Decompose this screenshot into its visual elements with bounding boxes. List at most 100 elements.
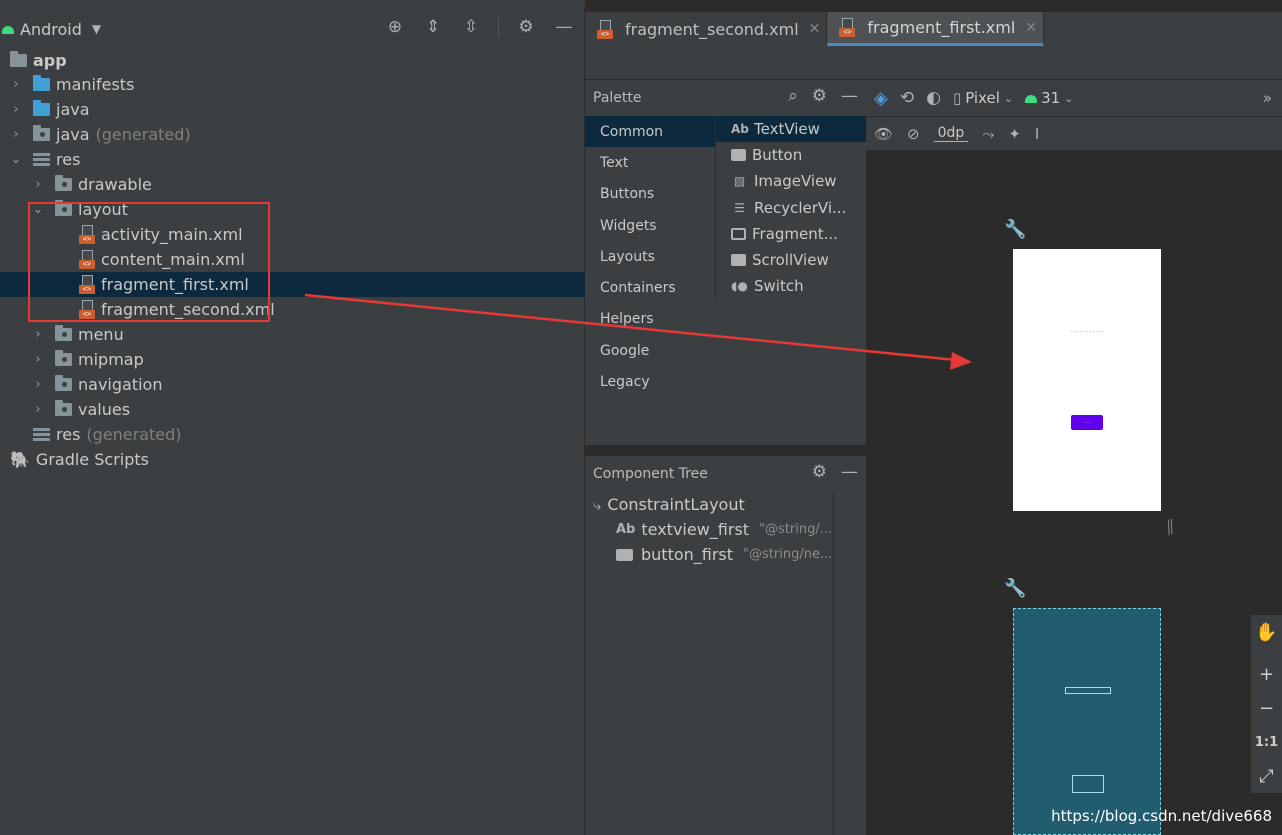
- tab-fragment-second[interactable]: <> fragment_second.xml ✕: [585, 12, 828, 46]
- palette-category-widgets[interactable]: Widgets: [585, 210, 715, 241]
- palette-category-helpers[interactable]: Helpers: [585, 304, 715, 335]
- theme-icon[interactable]: ◐: [926, 88, 941, 108]
- palette-category-containers[interactable]: Containers: [585, 272, 715, 303]
- palette-item-switch[interactable]: ◖● Switch: [716, 273, 866, 299]
- palette-category-text[interactable]: Text: [585, 147, 715, 178]
- palette-item-label: ImageView: [754, 172, 837, 191]
- collapse-all-icon[interactable]: ⇳: [460, 16, 482, 38]
- palette-item-fragment[interactable]: Fragment...: [716, 221, 866, 247]
- wrench-icon[interactable]: 🔧: [1004, 578, 1026, 599]
- palette-item-recyclerview[interactable]: ☰ RecyclerVi...: [716, 195, 866, 221]
- chevron-right-icon[interactable]: ›: [9, 127, 23, 142]
- tab-label: fragment_second.xml: [625, 19, 799, 39]
- component-button-first[interactable]: button_first "@string/ne...: [585, 542, 866, 567]
- zoom-out-icon[interactable]: −: [1251, 691, 1282, 725]
- layout-toolbar: 👁 ⊘ 0dp ⤳ ✦ Ⅰ: [866, 116, 1282, 150]
- tree-item-res[interactable]: ⌄ res: [0, 147, 585, 172]
- chevron-right-icon[interactable]: ›: [9, 102, 23, 117]
- component-label: button_first: [641, 545, 734, 564]
- guidelines-icon[interactable]: Ⅰ: [1035, 125, 1039, 143]
- palette-item-label: Switch: [754, 277, 804, 296]
- design-preview[interactable]: · · · · · · · · · · · · · ·: [1013, 249, 1161, 511]
- palette-item-button[interactable]: Button: [716, 142, 866, 168]
- palette-category-buttons[interactable]: Buttons: [585, 179, 715, 210]
- generated-folder-icon: [33, 125, 50, 141]
- palette-header: Palette ⌕ ⚙ —: [585, 80, 866, 116]
- tree-item-java[interactable]: › java: [0, 97, 585, 122]
- component-root[interactable]: ⤷ ConstraintLayout: [585, 492, 866, 517]
- close-icon[interactable]: ✕: [809, 21, 821, 37]
- default-margin-field[interactable]: 0dp: [933, 125, 969, 142]
- component-attr: "@string/ne...: [743, 547, 833, 562]
- tab-fragment-first[interactable]: <> fragment_first.xml ✕: [827, 12, 1045, 46]
- gear-icon[interactable]: ⚙: [515, 16, 537, 38]
- clear-constraints-icon[interactable]: ⤳: [982, 125, 994, 143]
- gear-icon[interactable]: ⚙: [812, 462, 827, 482]
- tree-item-res-generated[interactable]: res (generated): [0, 422, 585, 447]
- resize-handle-icon[interactable]: ⫽: [1162, 514, 1179, 540]
- module-folder-icon: [10, 51, 27, 67]
- component-textview-first[interactable]: Ab textview_first "@string/...: [585, 517, 866, 542]
- chevron-right-icon[interactable]: ›: [31, 177, 45, 192]
- palette-item-label: Fragment...: [752, 224, 838, 243]
- api-selector[interactable]: 31 ⌄: [1025, 89, 1073, 107]
- tree-item-label: java: [56, 100, 90, 119]
- device-selector[interactable]: ▯ Pixel ⌄: [953, 89, 1013, 107]
- chevron-right-icon[interactable]: ›: [31, 377, 45, 392]
- folder-icon: [55, 375, 72, 391]
- minimize-icon[interactable]: —: [553, 16, 575, 38]
- infer-constraints-icon[interactable]: ✦: [1008, 125, 1021, 143]
- more-icon[interactable]: »: [1263, 89, 1272, 107]
- locate-icon[interactable]: ⊕: [384, 16, 406, 38]
- blueprint-preview[interactable]: [1013, 608, 1161, 835]
- palette-item-scrollview[interactable]: ScrollView: [716, 247, 866, 273]
- tree-item-gradle-scripts[interactable]: 🐘 Gradle Scripts: [0, 447, 585, 472]
- search-icon[interactable]: ⌕: [788, 86, 798, 106]
- chevron-down-icon[interactable]: ⌄: [9, 152, 23, 167]
- tree-item-label: Gradle Scripts: [35, 450, 149, 469]
- layers-icon[interactable]: ◈: [874, 88, 888, 109]
- orientation-icon[interactable]: ⟲: [900, 88, 914, 108]
- api-label: 31: [1041, 89, 1061, 107]
- palette-category-layouts[interactable]: Layouts: [585, 241, 715, 272]
- chevron-right-icon[interactable]: ›: [31, 327, 45, 342]
- palette-category-legacy[interactable]: Legacy: [585, 366, 715, 397]
- magnet-off-icon[interactable]: ⊘: [907, 125, 920, 143]
- gear-icon[interactable]: ⚙: [812, 86, 827, 106]
- zoom-in-icon[interactable]: +: [1251, 657, 1282, 691]
- palette-item-label: RecyclerVi...: [754, 198, 847, 217]
- tree-item-java-generated[interactable]: › java (generated): [0, 122, 585, 147]
- palette-category-google[interactable]: Google: [585, 335, 715, 366]
- chevron-right-icon[interactable]: ›: [31, 402, 45, 417]
- tree-item-label: res: [56, 425, 81, 444]
- design-canvas[interactable]: ◈ ⟲ ◐ ▯ Pixel ⌄ 31 ⌄ » 👁 ⊘ 0dp ⤳ ✦ Ⅰ 🔧 ·…: [866, 80, 1282, 835]
- tree-item-label: res: [56, 150, 81, 169]
- project-view-dropdown[interactable]: Android ▼: [0, 20, 101, 39]
- palette-category-common[interactable]: Common: [585, 116, 715, 148]
- tree-item-values[interactable]: › values: [0, 397, 585, 422]
- zoom-fit-icon[interactable]: ⤢: [1251, 759, 1282, 793]
- tree-item-navigation[interactable]: › navigation: [0, 372, 585, 397]
- close-icon[interactable]: ✕: [1025, 20, 1037, 36]
- palette-item-textview[interactable]: Ab TextView: [716, 116, 866, 143]
- tree-item-label: java: [56, 125, 90, 144]
- expand-all-icon[interactable]: ⇕: [422, 16, 444, 38]
- minimize-icon[interactable]: —: [841, 462, 858, 482]
- tree-item-app[interactable]: app: [0, 48, 585, 73]
- wrench-icon[interactable]: 🔧: [1004, 219, 1026, 240]
- chevron-right-icon[interactable]: ›: [31, 352, 45, 367]
- eye-icon[interactable]: 👁: [874, 125, 893, 143]
- chevron-right-icon[interactable]: ›: [9, 77, 23, 92]
- editor-subheader: [585, 46, 1282, 80]
- tree-item-drawable[interactable]: › drawable: [0, 172, 585, 197]
- minimize-icon[interactable]: —: [841, 86, 858, 106]
- pan-hand-icon[interactable]: ✋: [1251, 615, 1282, 649]
- folder-icon: [55, 175, 72, 191]
- blueprint-textview: [1065, 687, 1111, 694]
- tree-item-mipmap[interactable]: › mipmap: [0, 347, 585, 372]
- tree-item-manifests[interactable]: › manifests: [0, 72, 585, 97]
- tree-item-label: app: [33, 51, 67, 70]
- palette-item-imageview[interactable]: ▨ ImageView: [716, 168, 866, 194]
- tree-item-menu[interactable]: › menu: [0, 322, 585, 347]
- zoom-actual-size[interactable]: 1:1: [1251, 725, 1282, 759]
